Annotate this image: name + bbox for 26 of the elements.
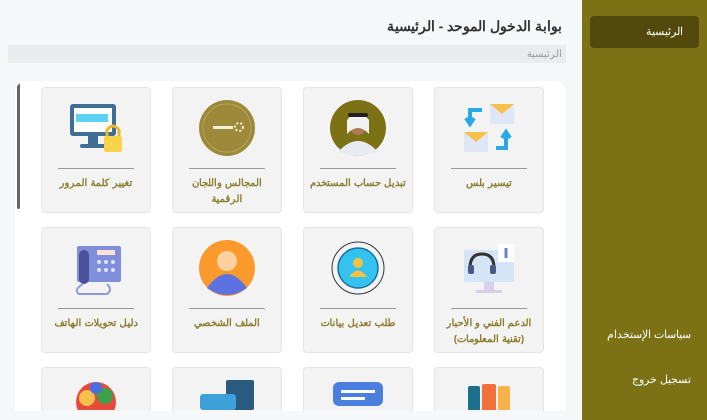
- tile-label: تيسير بلس: [466, 177, 512, 191]
- tile-label: الدعم الفني و الأحبار (تقنية المعلومات): [444, 316, 533, 347]
- round-seal-icon: [199, 100, 255, 156]
- app-tile[interactable]: طلب تعديل بيانات: [303, 227, 413, 353]
- tile-label: طلب تعديل بيانات: [320, 317, 396, 331]
- app-tile[interactable]: الدعم الفني و الأحبار (تقنية المعلومات): [434, 227, 544, 353]
- breadcrumb[interactable]: الرئيسية: [527, 46, 562, 62]
- page-title: بوابة الدخول الموحد - الرئيسية: [386, 17, 563, 37]
- tile-label: دليل تحويلات الهاتف: [54, 317, 138, 331]
- sidebar-link[interactable]: سياسات الإستخدام: [590, 315, 699, 356]
- tile-label: المجالس واللجان الرقمية: [191, 177, 263, 207]
- app-tile[interactable]: تيسير بلس: [434, 87, 544, 213]
- user-refresh-icon: [329, 240, 387, 296]
- app-tile[interactable]: الملف الشخصي: [172, 227, 282, 353]
- tile-label: تبديل حساب المستخدم: [310, 177, 406, 191]
- sidebar-item[interactable]: الرئيسية: [590, 16, 699, 48]
- app-tile[interactable]: المجالس واللجان الرقمية: [172, 87, 282, 213]
- app-tile[interactable]: تغيير كلمة المرور: [41, 87, 151, 213]
- sidebar-link[interactable]: تسجيل خروج: [590, 360, 699, 400]
- app-tile[interactable]: تبديل حساب المستخدم: [303, 87, 413, 213]
- server-card-icon: [198, 380, 256, 410]
- tile-label: تغيير كلمة المرور: [60, 177, 132, 191]
- tile-label: الملف الشخصي: [194, 317, 260, 331]
- app-tile[interactable]: دليل تحويلات الهاتف: [41, 227, 151, 353]
- user-avatar-icon: [199, 240, 255, 296]
- man-avatar-icon: [330, 100, 386, 156]
